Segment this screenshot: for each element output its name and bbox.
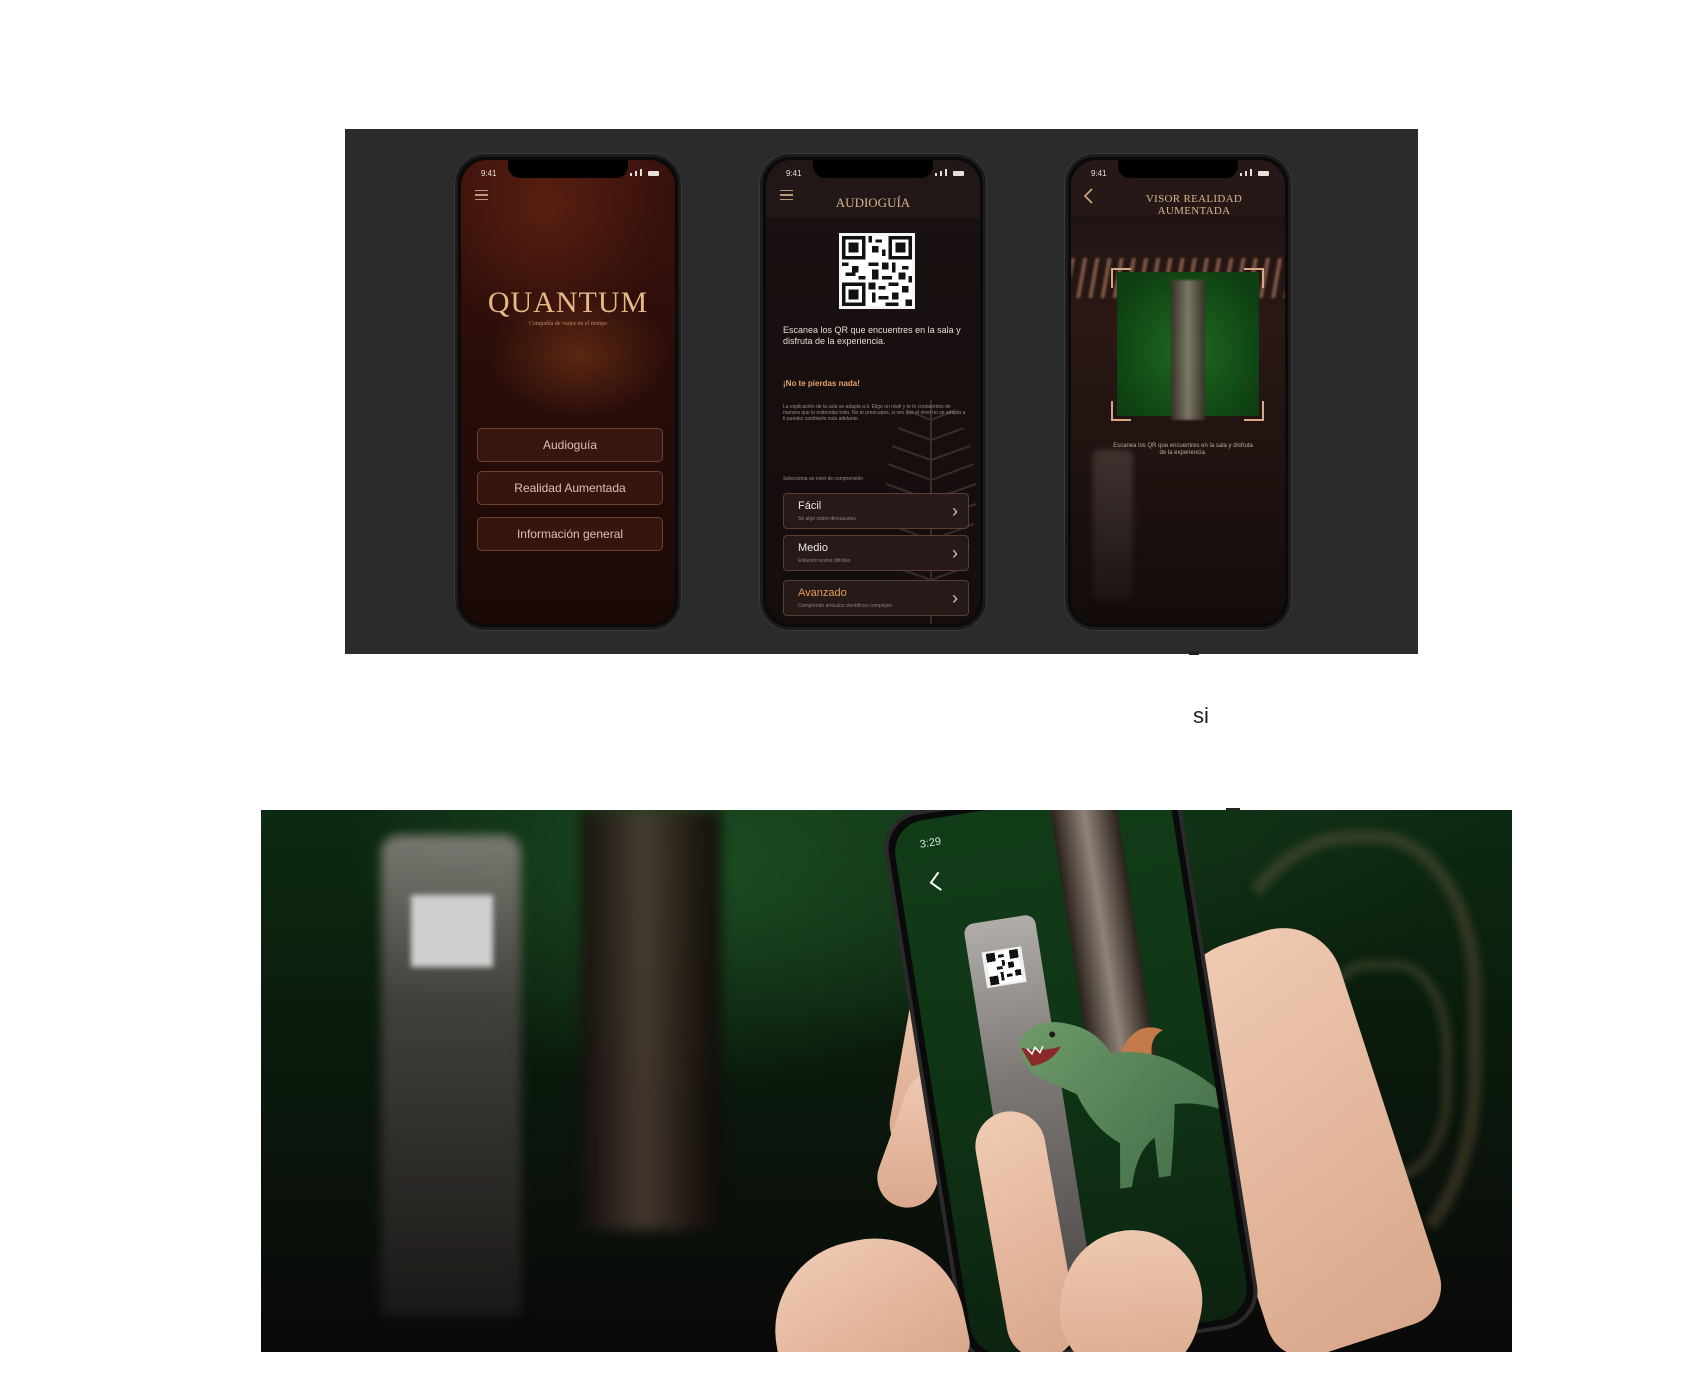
signal-icon xyxy=(630,173,632,176)
app-tagline: Compañía de viajes en el tiempo xyxy=(528,321,608,327)
signal-icon xyxy=(945,169,947,176)
screen-title: VISOR REALIDAD AUMENTADA xyxy=(1145,193,1243,217)
ar-viewer-screen: 9:41 VISOR REALIDAD AUMENTADA Escanea lo… xyxy=(1071,160,1285,624)
level-title: Fácil xyxy=(798,500,822,512)
status-time: 3:29 xyxy=(918,835,943,851)
phone-notch xyxy=(508,160,628,178)
ar-demo-photo: 3:29 xyxy=(261,810,1512,1352)
qr-code-icon xyxy=(839,233,915,309)
signal-icon xyxy=(1240,173,1242,176)
hamburger-menu-icon[interactable] xyxy=(475,190,488,201)
stray-mark xyxy=(1189,651,1199,655)
scan-instructions: Escanea los QR que encuentres en la sala… xyxy=(783,325,961,346)
battery-icon xyxy=(953,171,964,176)
scan-frame-corner-icon xyxy=(1111,401,1131,421)
qr-code-icon xyxy=(981,946,1027,989)
blurred-fossil-trunk xyxy=(581,810,721,1230)
level-option-advanced[interactable]: Avanzado Comprendo artículos científicos… xyxy=(783,580,969,616)
general-info-button[interactable]: Información general xyxy=(477,517,663,551)
level-subtitle: Entiendo textos difíciles xyxy=(798,558,851,564)
phone-audioguide-screen: 9:41 AUDIOGUÍA Escanea los QR que encuen… xyxy=(760,154,986,630)
stray-text: si xyxy=(1193,703,1209,728)
back-arrow-icon[interactable] xyxy=(1083,188,1095,204)
chevron-right-icon: › xyxy=(952,543,958,563)
level-title: Avanzado xyxy=(798,587,847,599)
blurred-qr-code-icon xyxy=(411,895,493,967)
back-arrow-icon[interactable] xyxy=(926,870,945,894)
audioguide-screen: 9:41 AUDIOGUÍA Escanea los QR que encuen… xyxy=(766,160,980,624)
level-option-easy[interactable]: Fácil Sé algo sobre dinosaurios › xyxy=(783,493,969,529)
section-heading: ¡No te pierdas nada! xyxy=(783,379,860,388)
level-subtitle: Comprendo artículos científicos complejo… xyxy=(798,603,892,609)
battery-icon xyxy=(1258,171,1269,176)
level-title: Medio xyxy=(798,542,828,554)
fossil-trunk xyxy=(1171,280,1205,420)
section-description: La explicación de la sala se adapta a ti… xyxy=(783,404,966,422)
level-subtitle: Sé algo sobre dinosaurios xyxy=(798,516,856,522)
level-option-medium[interactable]: Medio Entiendo textos difíciles › xyxy=(783,535,969,571)
status-icons xyxy=(630,169,659,176)
phone-notch xyxy=(1118,160,1238,178)
scan-frame-corner-icon xyxy=(1244,401,1264,421)
level-select-label: Selecciona un nivel de comprensión xyxy=(783,476,864,482)
status-icons xyxy=(1240,169,1269,176)
signal-icon xyxy=(1245,171,1247,176)
chevron-right-icon: › xyxy=(952,501,958,521)
signal-icon xyxy=(635,171,637,176)
augmented-reality-button[interactable]: Realidad Aumentada xyxy=(477,471,663,505)
chevron-right-icon: › xyxy=(952,588,958,608)
app-mockups-panel: 9:41 QUANTUM Compañía de viajes en el ti… xyxy=(345,129,1418,654)
battery-icon xyxy=(648,171,659,176)
home-screen: 9:41 QUANTUM Compañía de viajes en el ti… xyxy=(461,160,675,624)
phone-ar-viewer-screen: 9:41 VISOR REALIDAD AUMENTADA Escanea lo… xyxy=(1065,154,1291,630)
phone-notch xyxy=(813,160,933,178)
screen-title: AUDIOGUÍA xyxy=(835,195,911,210)
blurred-stand xyxy=(1093,450,1133,600)
scan-frame-corner-icon xyxy=(1111,268,1131,288)
scan-caption: Escanea los QR que encuentres en la sala… xyxy=(1113,443,1253,456)
phone-home-screen: 9:41 QUANTUM Compañía de viajes en el ti… xyxy=(455,154,681,630)
status-icons xyxy=(935,169,964,176)
status-time: 9:41 xyxy=(1091,169,1107,178)
status-time: 9:41 xyxy=(786,169,802,178)
audioguide-button[interactable]: Audioguía xyxy=(477,428,663,462)
scan-frame-corner-icon xyxy=(1244,268,1264,288)
left-hand xyxy=(758,1221,974,1352)
signal-icon xyxy=(935,173,937,176)
app-logo: QUANTUM xyxy=(487,286,649,319)
status-time: 9:41 xyxy=(481,169,497,178)
signal-icon xyxy=(1250,169,1252,176)
signal-icon xyxy=(940,171,942,176)
signal-icon xyxy=(640,169,642,176)
